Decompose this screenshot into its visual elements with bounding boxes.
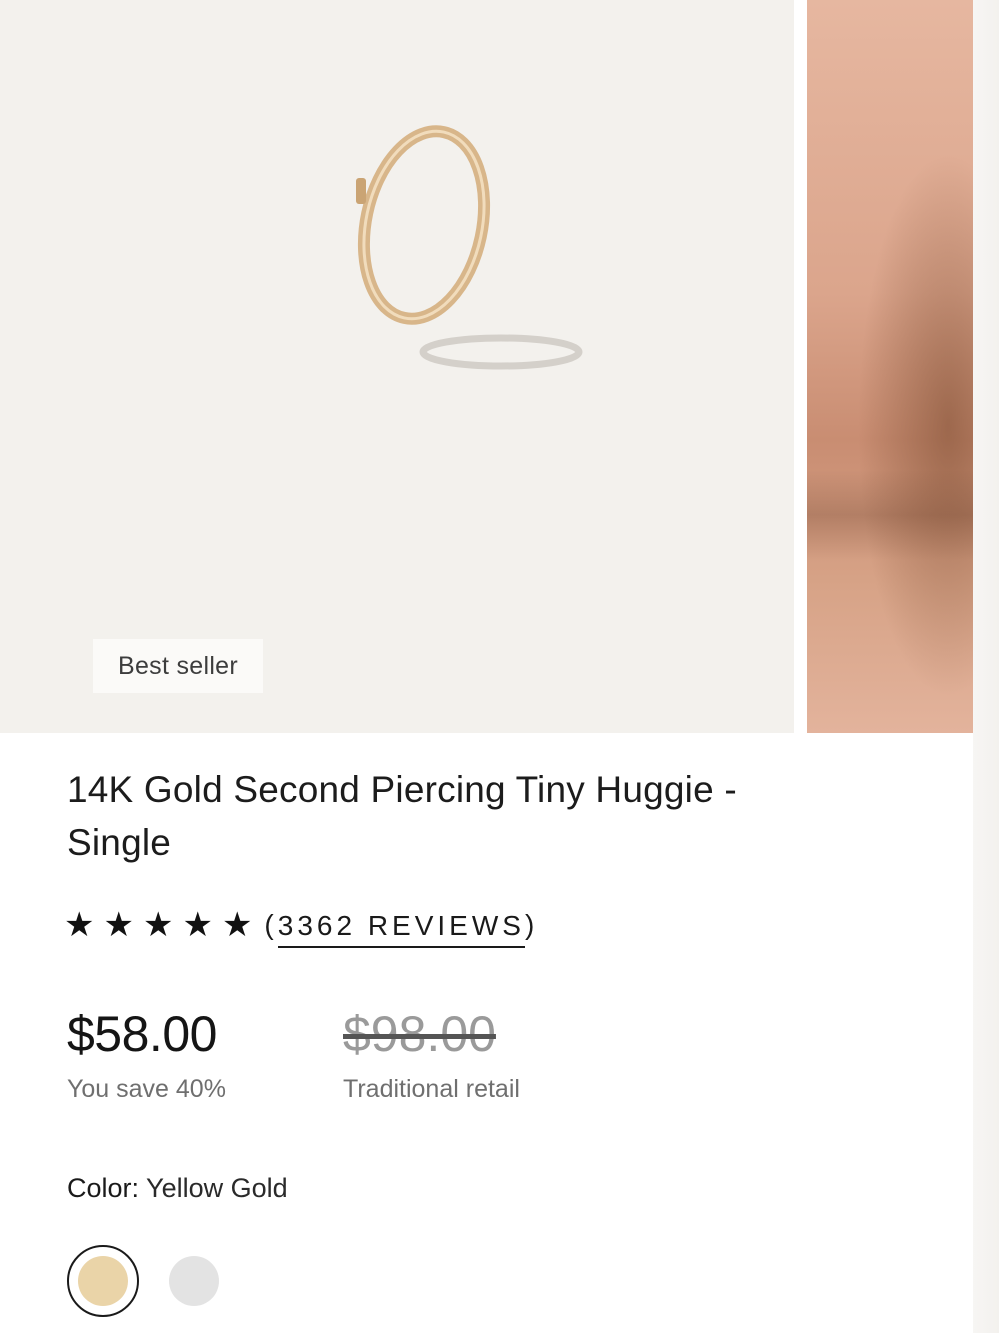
reviews-link[interactable]: 3362 REVIEWS (277, 910, 525, 948)
rating-row: ★ ★ ★ ★ ★ ( 3362 REVIEWS ) (64, 902, 538, 948)
color-value: Yellow Gold (146, 1173, 288, 1203)
reviews-count[interactable]: ( 3362 REVIEWS ) (264, 902, 538, 948)
swatch-yellow-gold-fill (78, 1256, 128, 1306)
current-price-block: $58.00 You save 40% (67, 1001, 226, 1104)
product-title: 14K Gold Second Piercing Tiny Huggie - S… (67, 769, 737, 863)
product-image-main[interactable]: Best seller (26, 0, 794, 733)
previous-image-edge (0, 0, 26, 733)
star-icon: ★ (64, 906, 95, 944)
star-icon: ★ (221, 906, 253, 944)
reviews-open-paren: ( (264, 909, 278, 940)
star-icon: ★ (182, 906, 213, 944)
reviews-close-paren: ) (524, 909, 539, 940)
star-icon: ★ (103, 906, 134, 944)
color-label: Color: (67, 1173, 140, 1203)
color-selection-label: Color: Yellow Gold (67, 1173, 288, 1204)
color-swatches (67, 1245, 219, 1317)
product-image-gallery[interactable]: Best seller (0, 0, 999, 733)
star-rating: ★ ★ ★ ★ ★ (64, 908, 252, 942)
product-info: 14K Gold Second Piercing Tiny Huggie - S… (26, 733, 973, 1333)
swatch-yellow-gold[interactable] (67, 1245, 139, 1317)
swatch-silver[interactable] (169, 1256, 219, 1306)
original-price-label: Traditional retail (343, 1075, 520, 1103)
product-image-next[interactable] (807, 0, 973, 733)
star-icon: ★ (142, 906, 174, 944)
current-price: $58.00 (67, 1006, 217, 1062)
original-price-block: $98.00 Traditional retail (343, 1001, 520, 1104)
savings-text: You save 40% (67, 1075, 226, 1103)
original-price: $98.00 (343, 1006, 496, 1062)
best-seller-badge: Best seller (93, 639, 263, 693)
hoop-earring-image (356, 125, 583, 370)
